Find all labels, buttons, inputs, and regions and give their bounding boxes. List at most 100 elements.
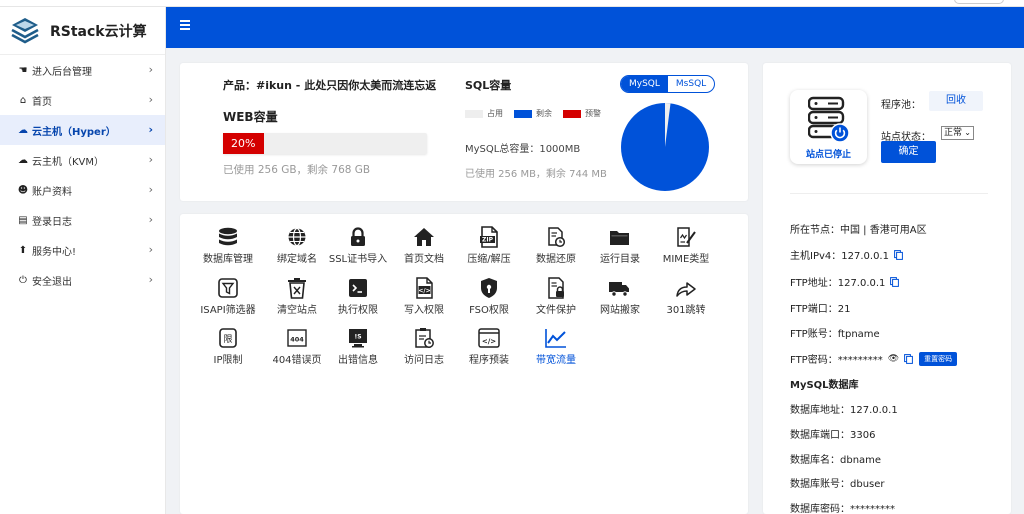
db-user-value: 数据库账号：dbuser — [790, 479, 885, 490]
tool-label: 程序预装 — [469, 355, 509, 366]
legend-label: 剩余 — [536, 109, 552, 118]
legend-swatch — [465, 109, 483, 118]
sidebar-item-label: 云主机（KVM） — [32, 156, 105, 168]
tool-item[interactable]: !S 出错信息 — [323, 327, 393, 366]
sidebar-item-label: 云主机（Hyper） — [32, 126, 116, 138]
tool-label: 首页文档 — [404, 254, 444, 265]
chevron-right-icon: › — [148, 213, 153, 226]
site-status-select[interactable]: 正常 ⌄ — [941, 126, 974, 140]
tool-item[interactable]: </> 写入权限 — [389, 277, 459, 316]
db-port-value: 数据库端口：3306 — [790, 430, 876, 441]
legend-label: 预警 — [585, 109, 601, 118]
sidebar-item-7[interactable]: ⏻ 安全退出 › — [0, 265, 165, 295]
chevron-right-icon: › — [148, 63, 153, 76]
page-404-icon: 404 — [287, 329, 307, 347]
file-lock-icon — [548, 277, 564, 299]
confirm-button[interactable]: 确定 — [881, 141, 936, 163]
tool-label: 运行目录 — [600, 254, 640, 265]
sql-usage: 已使用 256 MB，剩余 744 MB — [465, 169, 607, 180]
copy-icon[interactable] — [904, 353, 914, 364]
sidebar-item-0[interactable]: ☚ 进入后台管理 › — [0, 55, 165, 85]
tool-item[interactable]: 301跳转 — [651, 277, 721, 316]
error-screen-icon: !S — [349, 329, 367, 348]
sidebar-item-6[interactable]: ⬆ 服务中心! › — [0, 235, 165, 265]
legend-item: 剩余 — [514, 108, 552, 119]
tab-mssql[interactable]: MsSQL — [668, 76, 714, 92]
sidebar-item-4[interactable]: ☻ 账户资料 › — [0, 175, 165, 205]
legend-swatch — [514, 109, 532, 118]
tool-item[interactable]: 数据库管理 — [193, 226, 263, 265]
menu-toggle-icon[interactable] — [180, 20, 190, 30]
tool-label: 访问日志 — [404, 355, 444, 366]
tool-item[interactable]: ZIP 压缩/解压 — [454, 226, 524, 265]
tool-item[interactable]: MIME类型 — [651, 226, 721, 265]
file-restore-icon — [548, 227, 566, 248]
ftp-user-row: FTP账号：ftpname — [790, 325, 880, 340]
tool-label: 网站搬家 — [600, 305, 640, 316]
svg-text:404: 404 — [290, 336, 304, 344]
tool-item[interactable]: 文件保护 — [521, 277, 591, 316]
tool-label: 数据还原 — [536, 254, 576, 265]
tool-label: MIME类型 — [662, 254, 710, 265]
sidebar-item-5[interactable]: ▤ 登录日志 › — [0, 205, 165, 235]
tool-item[interactable]: 404 404错误页 — [262, 327, 332, 366]
tool-item[interactable]: 带宽流量 — [521, 327, 591, 366]
tool-item[interactable]: FSO权限 — [454, 277, 524, 316]
tool-item[interactable]: </> 程序预装 — [454, 327, 524, 366]
sidebar: RStack云计算 ☚ 进入后台管理 › ⌂ 首页 › ☁ 云主机（Hyper） › ☁ 云主机（K… — [0, 7, 166, 514]
sidebar-item-3[interactable]: ☁ 云主机（KVM） › — [0, 145, 165, 175]
node-row: 所在节点：中国 | 香港可用A区 — [790, 221, 927, 236]
tool-item[interactable]: 首页文档 — [389, 226, 459, 265]
tool-item[interactable]: 访问日志 — [389, 327, 459, 366]
file-edit-icon — [677, 227, 696, 247]
brand-logo[interactable]: RStack云计算 — [0, 7, 165, 55]
tool-item[interactable]: SSL证书导入 — [323, 226, 393, 265]
tool-item[interactable]: 数据还原 — [521, 226, 591, 265]
web-capacity-fill: 20% — [223, 133, 264, 154]
tool-item[interactable]: 运行目录 — [585, 226, 655, 265]
mysql-section-title: MySQL数据库 — [790, 380, 859, 391]
node-value: 所在节点：中国 | 香港可用A区 — [790, 225, 927, 236]
db-port-row: 数据库端口：3306 — [790, 426, 875, 441]
chevron-right-icon: › — [148, 93, 153, 106]
capacity-card: 产品：#ikun - 此处只因你太美而流连忘返 WEB容量 20% 已使用 25… — [180, 63, 748, 201]
shield-icon — [481, 278, 497, 298]
db-name-value: 数据库名：dbname — [790, 455, 882, 466]
tab-mysql[interactable]: MySQL — [621, 76, 668, 92]
sql-legend: 占用 剩余 预警 — [465, 108, 612, 119]
eye-icon[interactable]: 👁 — [888, 354, 899, 364]
chevron-right-icon: › — [148, 153, 153, 166]
database-icon — [219, 227, 237, 246]
tool-label: 写入权限 — [404, 305, 444, 316]
ftp-port-row: FTP端口：21 — [790, 300, 850, 315]
site-info-card: 站点已停止 程序池： 回收 站点状态： 正常 ⌄ 确定 所在节点：中国 | 香港可… — [763, 63, 1011, 514]
tool-label: IP限制 — [213, 355, 243, 366]
line-chart-icon — [545, 329, 566, 348]
tool-item[interactable]: 清空站点 — [262, 277, 332, 316]
recycle-pool-button[interactable]: 回收 — [929, 91, 983, 111]
tool-item[interactable]: 网站搬家 — [585, 277, 655, 316]
tool-item[interactable]: 绑定域名 — [262, 226, 332, 265]
power-icon: ⏻ — [19, 274, 27, 286]
tool-item[interactable]: 执行权限 — [323, 277, 393, 316]
web-capacity-usage: 已使用 256 GB，剩余 768 GB — [223, 164, 371, 176]
ftp-user-value: FTP账号：ftpname — [790, 329, 880, 340]
tool-item[interactable]: 限 IP限制 — [193, 327, 263, 366]
site-status-tile[interactable]: 站点已停止 — [790, 90, 867, 164]
tools-card: 数据库管理 绑定域名 SSL证书导入 首页文档 ZIP 压缩/解压 数据还原 运行目录 MIME… — [180, 214, 748, 514]
ftp-address-value: FTP地址：127.0.0.1 — [790, 278, 886, 289]
tool-label: 执行权限 — [338, 305, 378, 316]
sidebar-item-label: 登录日志 — [32, 216, 72, 228]
sidebar-item-1[interactable]: ⌂ 首页 › — [0, 85, 165, 115]
reset-password-button[interactable]: 重置密码 — [919, 351, 958, 366]
truck-icon — [609, 282, 629, 297]
ftp-password-value: FTP密码：********* — [790, 355, 883, 366]
tool-item[interactable]: ISAPI筛选器 — [193, 277, 263, 316]
copy-icon[interactable] — [894, 249, 903, 260]
sidebar-item-2[interactable]: ☁ 云主机（Hyper） › — [0, 115, 165, 145]
document-icon: ▤ — [18, 214, 28, 226]
terminal-icon — [349, 279, 367, 297]
legend-item: 占用 — [465, 108, 503, 119]
copy-icon[interactable] — [890, 276, 900, 287]
trash-icon — [288, 278, 306, 299]
